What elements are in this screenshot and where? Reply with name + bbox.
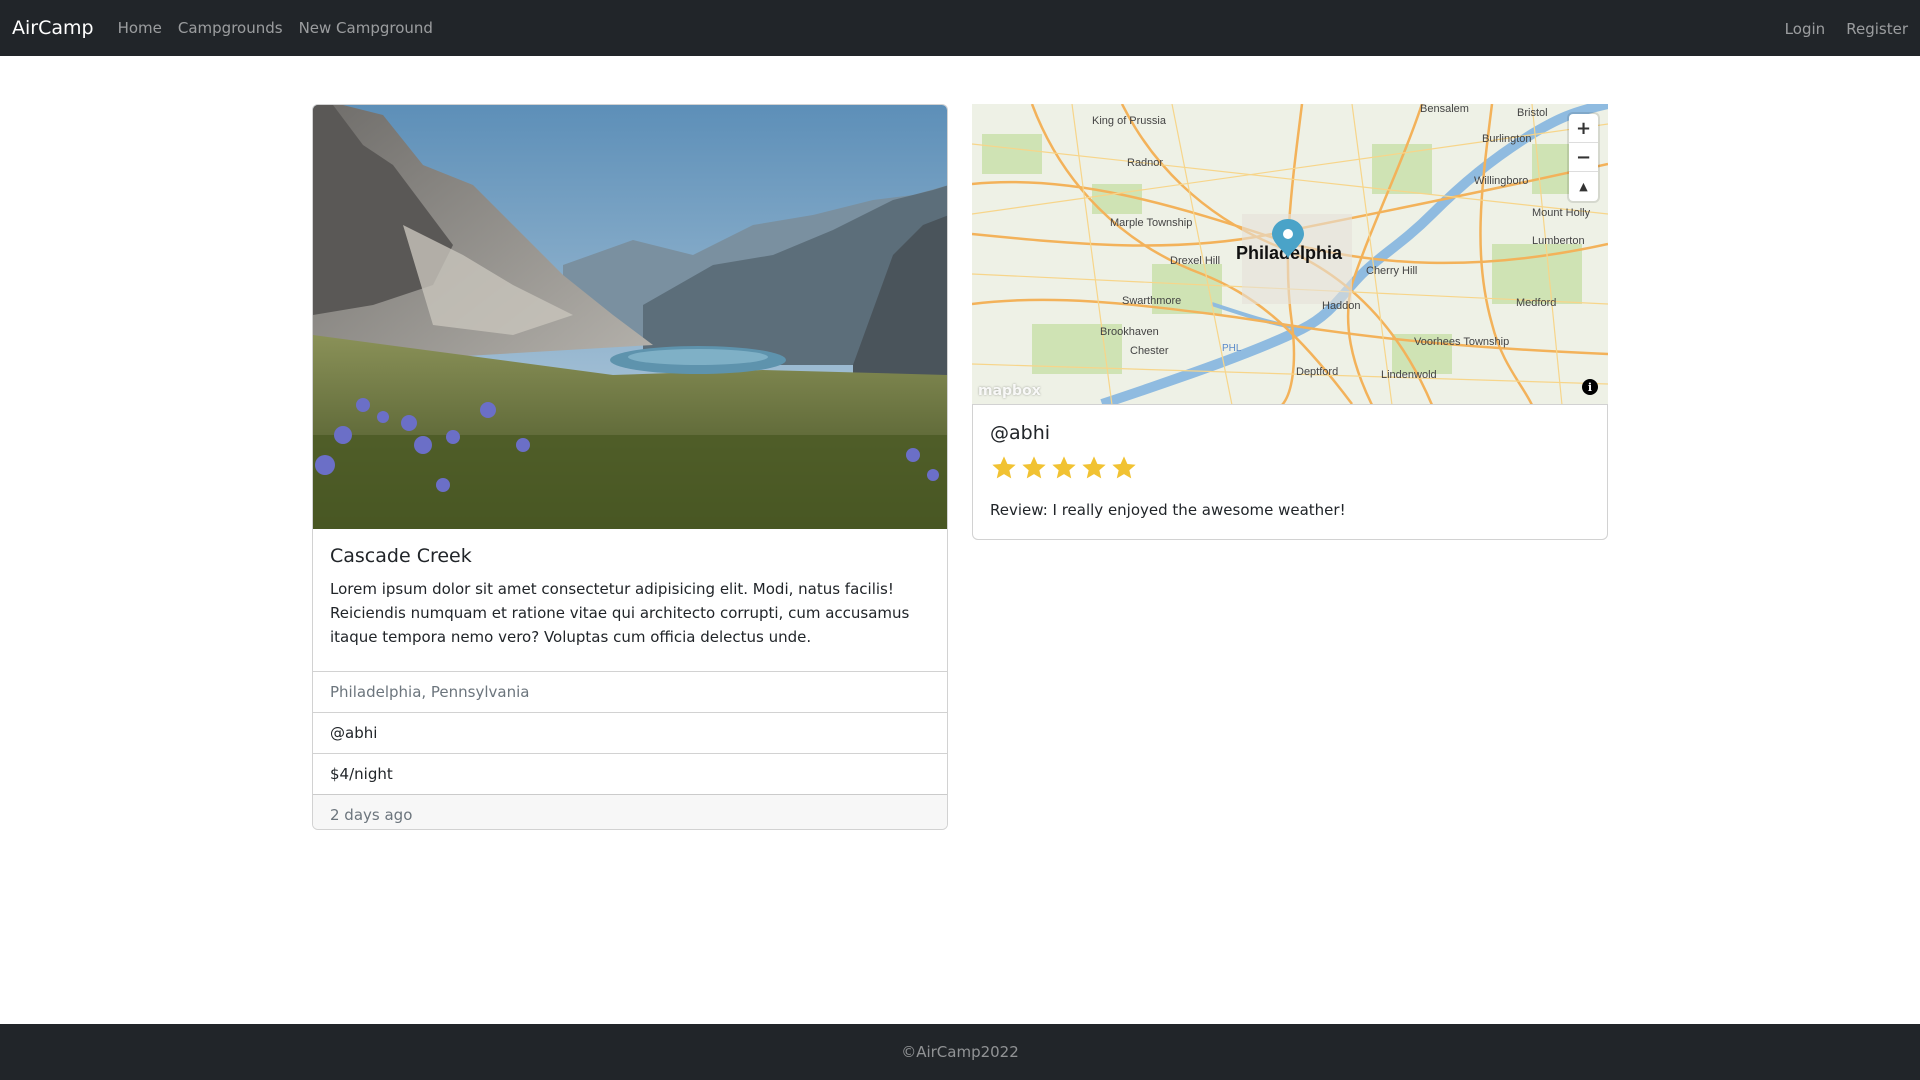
campground-location: Philadelphia, Pennsylvania	[313, 671, 947, 712]
nav-link-register[interactable]: Register	[1846, 20, 1908, 38]
campground-description: Lorem ipsum dolor sit amet consectetur a…	[330, 580, 910, 646]
star-rating	[990, 454, 1138, 482]
campground-author: @abhi	[313, 712, 947, 753]
map-label-swarthmore: Swarthmore	[1122, 295, 1181, 307]
site-footer: ©AirCamp2022	[0, 1024, 1920, 1080]
nav-link-login[interactable]: Login	[1785, 20, 1825, 38]
compass-button[interactable]: ▲	[1569, 172, 1598, 201]
map-tiles: King of Prussia Radnor Marple Township D…	[972, 104, 1608, 405]
map-label-haddon: Haddon	[1322, 300, 1361, 312]
star-icon	[1052, 456, 1076, 479]
map-label-voorhees: Voorhees Township	[1414, 336, 1509, 348]
campground-image	[313, 105, 947, 529]
review-author: @abhi	[990, 422, 1051, 444]
campground-price: $4/night	[313, 753, 947, 794]
star-icon	[1022, 456, 1046, 479]
map-label-medford: Medford	[1516, 297, 1556, 309]
map-label-burlington: Burlington	[1482, 133, 1532, 145]
campground-title: Cascade Creek	[330, 545, 472, 567]
star-icon	[1082, 456, 1106, 479]
map-info-icon[interactable]: i	[1582, 379, 1598, 395]
map-label-king-of-prussia: King of Prussia	[1092, 115, 1167, 127]
map-label-radnor: Radnor	[1127, 157, 1163, 169]
zoom-out-button[interactable]: −	[1569, 143, 1598, 172]
map-label-marple: Marple Township	[1110, 217, 1192, 229]
map-label-chester: Chester	[1130, 345, 1169, 357]
map-label-drexel-hill: Drexel Hill	[1170, 255, 1220, 267]
campground-body: Cascade Creek Lorem ipsum dolor sit amet…	[313, 529, 947, 671]
star-icon	[992, 456, 1016, 479]
map-label-bristol: Bristol	[1517, 107, 1548, 119]
map-label-bensalem: Bensalem	[1420, 104, 1469, 115]
nav-right: Login Register	[1769, 19, 1908, 38]
map-label-brookhaven: Brookhaven	[1100, 326, 1159, 338]
zoom-in-button[interactable]: +	[1569, 114, 1598, 143]
star-icon	[1112, 456, 1136, 479]
nav-link-campgrounds[interactable]: Campgrounds	[178, 19, 283, 37]
map-controls: + − ▲	[1569, 114, 1598, 201]
nav-link-home[interactable]: Home	[118, 19, 162, 37]
map-label-deptford: Deptford	[1296, 366, 1338, 378]
navbar: AirCamp Home Campgrounds New Campground …	[0, 0, 1920, 56]
campground-created: 2 days ago	[313, 794, 947, 829]
campground-card: Cascade Creek Lorem ipsum dolor sit amet…	[312, 104, 948, 830]
footer-copyright: ©AirCamp2022	[901, 1043, 1019, 1061]
map-label-phl: PHL	[1222, 343, 1242, 354]
location-map[interactable]: King of Prussia Radnor Marple Township D…	[972, 104, 1608, 405]
review-text: Review: I really enjoyed the awesome wea…	[990, 501, 1346, 519]
map-label-willingboro: Willingboro	[1474, 175, 1528, 187]
mapbox-logo[interactable]: mapbox	[978, 383, 1041, 399]
map-label-cherry-hill: Cherry Hill	[1366, 265, 1417, 277]
brand-logo[interactable]: AirCamp	[12, 17, 94, 39]
map-label-lumberton: Lumberton	[1532, 235, 1585, 247]
map-label-mount-holly: Mount Holly	[1532, 207, 1591, 219]
nav-link-new-campground[interactable]: New Campground	[299, 19, 433, 37]
map-label-lindenwold: Lindenwold	[1381, 369, 1437, 381]
review-card: @abhi Review: I really enjoyed the aweso…	[972, 404, 1608, 540]
